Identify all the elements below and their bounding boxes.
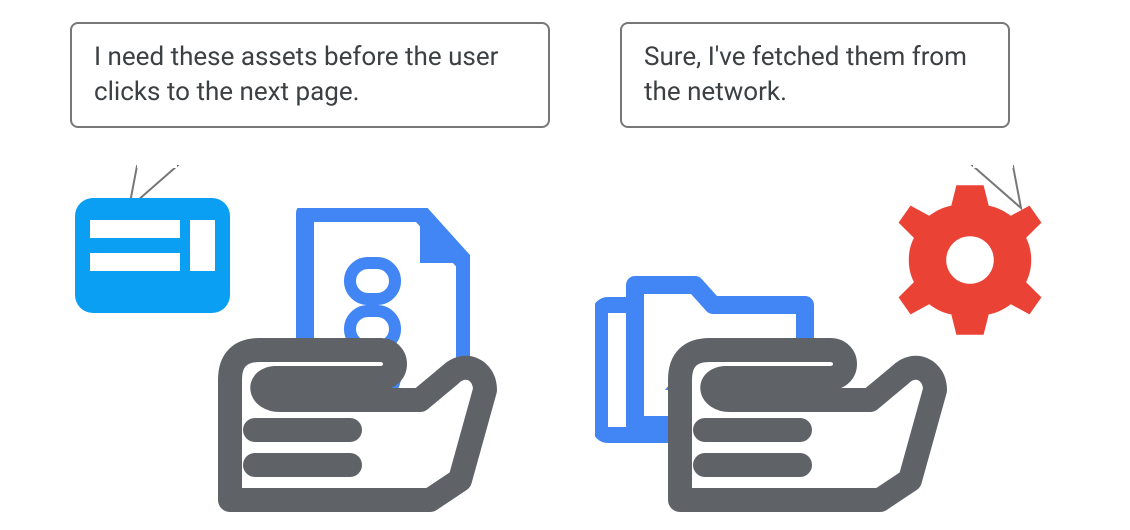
browser-window-icon (75, 198, 230, 313)
hand-left-icon (210, 300, 510, 530)
gear-icon (885, 175, 1055, 345)
